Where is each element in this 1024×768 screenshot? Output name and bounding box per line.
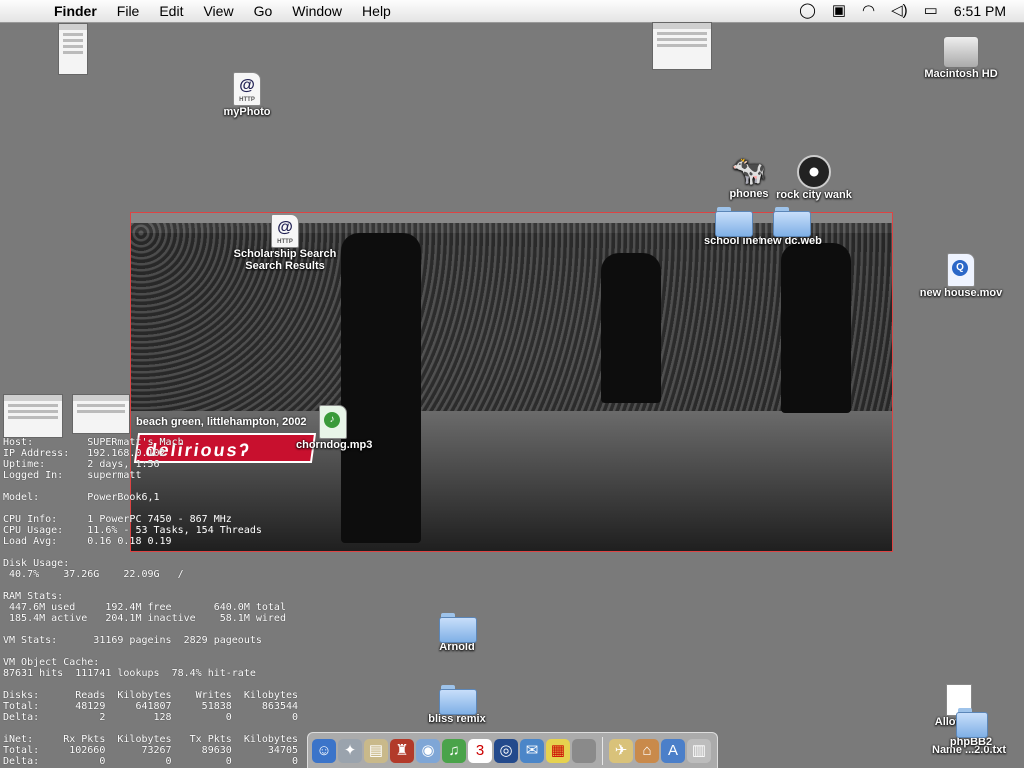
dock-home-icon[interactable]: ⌂	[635, 738, 659, 763]
dock-ical-icon[interactable]: 3	[468, 738, 492, 763]
photo-bassist	[781, 243, 851, 413]
volume-icon[interactable]: ◁)	[891, 0, 908, 22]
menu-window[interactable]: Window	[282, 3, 352, 19]
menubar-clock[interactable]: 6:51 PM	[954, 3, 1006, 19]
dock-itunes-icon[interactable]: ♫	[442, 738, 466, 763]
window-thumbnail[interactable]	[58, 23, 88, 75]
dock-camino-icon[interactable]: ♜	[390, 738, 414, 763]
dock-itunes-cd-icon[interactable]: ◉	[416, 738, 440, 763]
dock-preview-icon[interactable]: ▤	[364, 738, 388, 763]
icon-label: new house.mov	[919, 287, 1003, 299]
dock-safari-icon[interactable]: ✦	[338, 738, 362, 763]
menu-file[interactable]: File	[107, 3, 150, 19]
photo-singer	[601, 253, 661, 403]
system-stats-overlay: Host: SUPERmatt's Mach IP Address: 192.1…	[3, 437, 299, 767]
desktop-icon-phones[interactable]: 🐄 phones	[720, 154, 778, 200]
mp3-file-icon: ♪	[319, 405, 347, 439]
menu-go[interactable]: Go	[244, 3, 283, 19]
menu-help[interactable]: Help	[352, 3, 401, 19]
folder-icon	[439, 613, 477, 643]
menu-view[interactable]: View	[193, 3, 243, 19]
http-document-icon: @ HTTP	[271, 214, 299, 248]
cow-icon: 🐄	[731, 155, 767, 186]
dock-plane-icon[interactable]: ✈	[609, 738, 633, 763]
desktop-icon-myphoto[interactable]: @ HTTP myPhoto	[216, 72, 278, 118]
dock-applications-icon[interactable]: A	[661, 738, 685, 763]
menu-edit[interactable]: Edit	[149, 3, 193, 19]
desktop-icon-arnold[interactable]: Arnold	[428, 613, 486, 653]
desktop-icon-chorndog-mp3[interactable]: ♪ chorndog.mp3	[296, 405, 373, 451]
dock-quicktime-icon[interactable]: ◎	[494, 738, 518, 763]
folder-icon	[715, 207, 753, 237]
folder-icon	[773, 207, 811, 237]
dock-finder-icon[interactable]: ☺	[312, 738, 336, 763]
icon-label: myPhoto	[223, 106, 271, 118]
icon-label: rock city wank	[776, 189, 852, 201]
desktop-icon-rock-city-wank[interactable]: rock city wank	[772, 155, 856, 201]
dock-system-prefs-icon[interactable]	[572, 738, 596, 763]
icon-label: chorndog.mp3	[296, 439, 373, 451]
ichat-status-icon[interactable]: ◯	[799, 0, 816, 22]
menu-bar: Finder File Edit View Go Window Help ◯ ▣…	[0, 0, 1024, 23]
dock-stickies-icon[interactable]: ▦	[546, 738, 570, 763]
icon-label: Scholarship Search Search Results	[233, 248, 337, 272]
window-thumbnail[interactable]	[72, 394, 130, 434]
battery-icon[interactable]: ▭	[924, 0, 938, 22]
menu-finder[interactable]: Finder	[44, 3, 107, 19]
disc-icon	[797, 155, 831, 189]
desktop-icon-bliss-remix[interactable]: bliss remix	[422, 685, 492, 725]
desktop-icon-new-house-mov[interactable]: Q new house.mov	[918, 253, 1004, 299]
photo-guitarist	[341, 233, 421, 543]
window-thumbnail[interactable]	[652, 22, 712, 70]
airport-icon[interactable]: ◠	[862, 0, 875, 22]
dock-trash-icon[interactable]: ▥	[687, 738, 711, 763]
quicktime-movie-icon: Q	[947, 253, 975, 287]
display-icon[interactable]: ▣	[832, 0, 846, 22]
icon-label: phones	[729, 188, 769, 200]
window-thumbnail[interactable]	[3, 394, 63, 438]
desktop-icon-school-inet[interactable]: school inet	[700, 207, 766, 247]
desktop-icon-phpbb2[interactable]: phpBB2	[946, 708, 996, 748]
dock: ☺ ✦ ▤ ♜ ◉ ♫ 3 ◎ ✉ ▦ ✈ ⌂ A ▥	[307, 732, 718, 768]
photo-caption: beach green, littlehampton, 2002	[136, 416, 307, 428]
desktop-icon-macintosh-hd[interactable]: Macintosh HD	[924, 36, 998, 80]
desktop-icon-new-dc-web[interactable]: new dc.web	[758, 207, 824, 247]
folder-icon	[956, 708, 988, 738]
hard-drive-icon	[943, 36, 979, 68]
http-document-icon: @ HTTP	[233, 72, 261, 106]
dock-mail-icon[interactable]: ✉	[520, 738, 544, 763]
desktop-icon-scholarship-search[interactable]: @ HTTP Scholarship Search Search Results	[226, 214, 344, 272]
folder-icon	[439, 685, 477, 715]
dock-separator	[602, 736, 603, 765]
icon-label: Macintosh HD	[924, 68, 998, 80]
